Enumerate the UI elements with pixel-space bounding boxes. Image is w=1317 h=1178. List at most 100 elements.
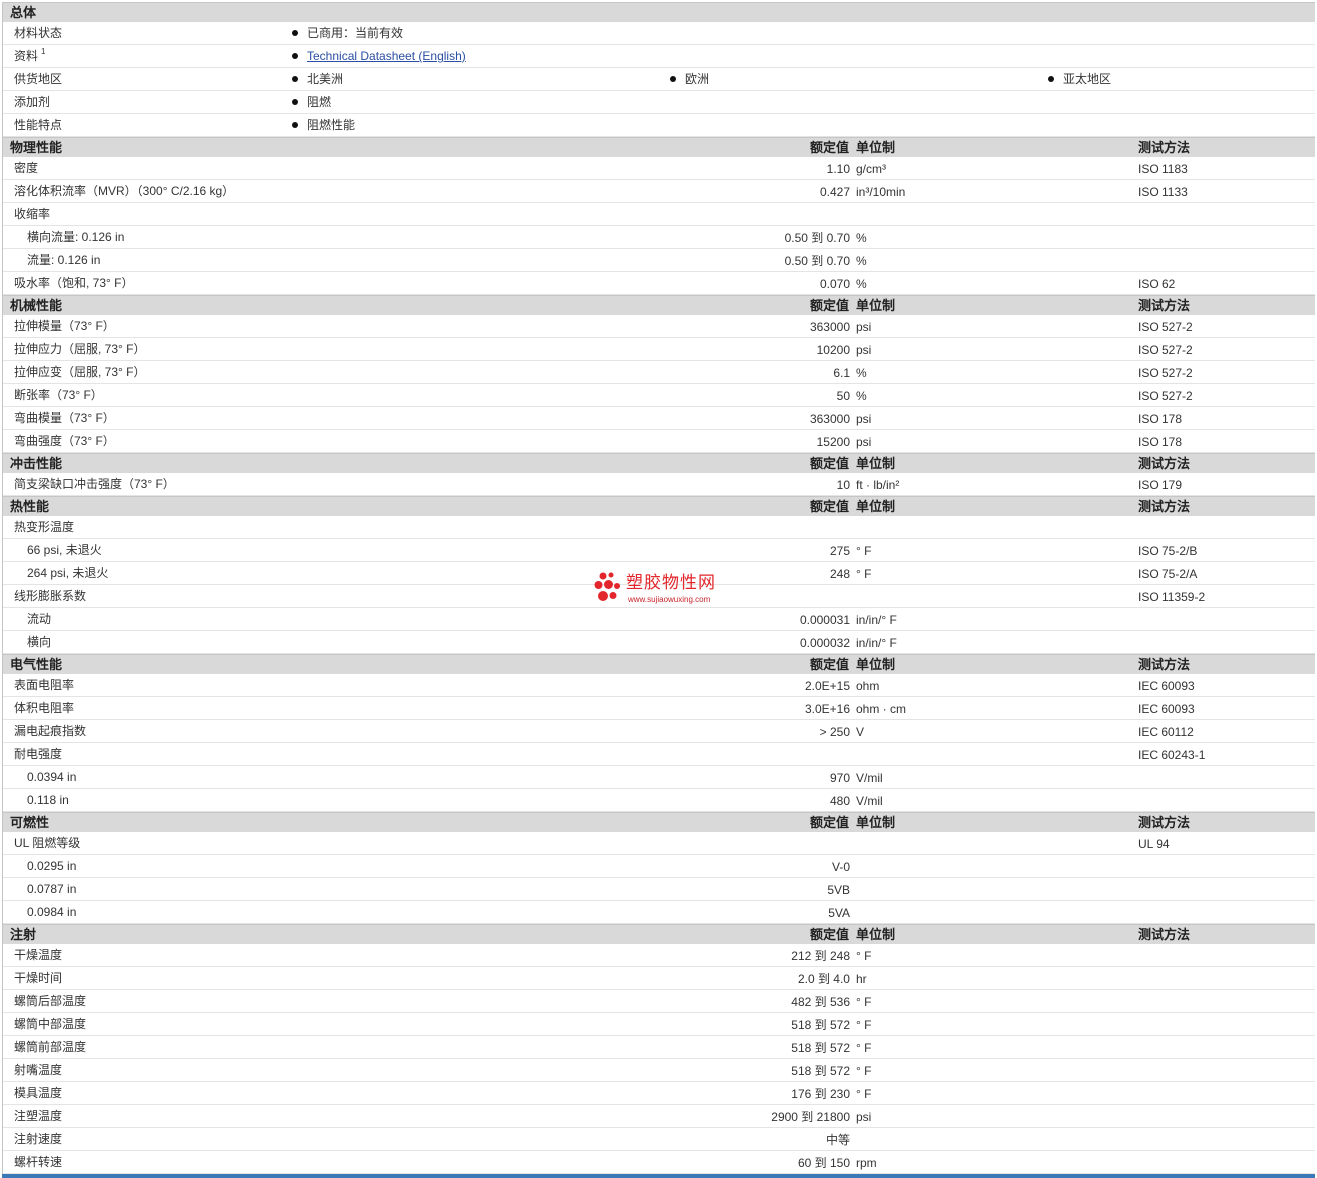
property-label-text: 66 psi, 未退火 — [27, 543, 102, 557]
bullet-icon — [292, 30, 298, 36]
column-header-value: 额定值 — [809, 815, 849, 830]
bullet-icon — [670, 76, 676, 82]
column-header-value: 额定值 — [809, 298, 849, 313]
property-value: 275 — [829, 544, 850, 558]
property-unit: in/in/° F — [856, 613, 897, 627]
bullet-item-text: 北美洲 — [307, 72, 344, 86]
property-label: 供货地区 — [14, 68, 62, 90]
property-label: 耐电强度 — [14, 743, 62, 765]
property-label: 0.0984 in — [27, 901, 76, 923]
column-header-unit: 单位制 — [856, 815, 896, 830]
section-title: 热性能 — [10, 499, 50, 514]
watermark: 塑胶物性网 www.sujiaowuxing.com — [594, 570, 726, 606]
spec-row: 拉伸应变（屈服, 73° F） 6.1% ISO 527-2 — [2, 361, 1315, 384]
property-label: 密度 — [14, 157, 38, 179]
property-label-text: 拉伸应力（屈服, 73° F） — [14, 342, 146, 356]
spec-row: 断张率（73° F） 50% ISO 527-2 — [2, 384, 1315, 407]
property-label-text: 0.0295 in — [27, 859, 77, 873]
property-label-text: 溶化体积流率（MVR）（300° C/2.16 kg） — [14, 184, 235, 198]
red-dots-logo-icon — [594, 572, 620, 601]
property-value: 212 到 248 — [791, 949, 850, 963]
bullet-item-text: 阻燃性能 — [307, 118, 356, 132]
spec-row: 横向 0.000032 in/in/° F — [2, 631, 1315, 654]
watermark-name: 塑胶物性网 — [626, 573, 716, 592]
property-label: 螺杆转速 — [14, 1151, 62, 1173]
property-value: 6.1 — [833, 366, 850, 380]
property-label-text: 吸水率（饱和, 73° F） — [14, 276, 134, 290]
spec-row: 资料 1 Technical Datasheet (English) — [2, 45, 1315, 68]
property-label-text: 密度 — [14, 161, 39, 175]
property-label-text: 流动 — [27, 612, 52, 626]
datasheet-link[interactable]: Technical Datasheet (English) — [307, 45, 466, 67]
property-label-text: 注射速度 — [14, 1132, 63, 1146]
test-method: IEC 60243-1 — [1138, 748, 1206, 762]
property-value: 363000 — [809, 412, 850, 426]
property-unit: ohm · cm — [856, 702, 907, 716]
test-method: ISO 179 — [1138, 478, 1183, 492]
section-title: 可燃性 — [10, 815, 50, 830]
property-label-text: 供货地区 — [14, 72, 63, 86]
test-method: ISO 527-2 — [1138, 389, 1193, 403]
spec-row: 螺筒中部温度 518 到 572 ° F — [2, 1013, 1315, 1036]
property-label: 射嘴温度 — [14, 1059, 62, 1081]
spec-row: 吸水率（饱和, 73° F） 0.070% ISO 62 — [2, 272, 1315, 295]
spec-row: 注塑温度 2900 到 21800 psi — [2, 1105, 1315, 1128]
property-label-text: 简支梁缺口冲击强度（73° F） — [14, 477, 175, 491]
property-value: 0.070 — [819, 277, 850, 291]
spec-row: 材料状态 已商用：当前有效 — [2, 22, 1315, 45]
property-label-text: 螺杆转速 — [14, 1155, 63, 1169]
spec-row: 0.0984 in 5VA — [2, 901, 1315, 924]
column-header-value: 额定值 — [809, 657, 849, 672]
property-label-text: 拉伸模量（73° F） — [14, 319, 115, 333]
bullet-icon — [292, 122, 298, 128]
property-value: 5VA — [828, 906, 850, 920]
property-label-text: 断张率（73° F） — [14, 388, 103, 402]
property-label: 弯曲模量（73° F） — [14, 407, 115, 429]
property-label-text: 流量: 0.126 in — [27, 253, 101, 267]
spec-row: 密度 1.10 g/cm³ ISO 1183 — [2, 157, 1315, 180]
property-unit: ° F — [856, 1064, 872, 1078]
property-label-text: 螺筒中部温度 — [14, 1017, 87, 1031]
property-label-text: 漏电起痕指数 — [14, 724, 87, 738]
section-header: 可燃性 额定值 单位制 测试方法 — [2, 812, 1315, 832]
spec-row: 漏电起痕指数 > 250 V IEC 60112 — [2, 720, 1315, 743]
column-header-method: 测试方法 — [1138, 927, 1191, 942]
property-label: 0.0295 in — [27, 855, 76, 877]
property-label: 性能特点 — [14, 114, 62, 136]
property-label: UL 阻燃等级 — [14, 832, 80, 854]
property-label: 弯曲强度（73° F） — [14, 430, 115, 452]
property-label: 0.0787 in — [27, 878, 76, 900]
property-label: 热变形温度 — [14, 516, 74, 538]
property-unit: psi — [856, 343, 872, 357]
test-method: UL 94 — [1138, 837, 1170, 851]
spec-row: 性能特点 阻燃性能 — [2, 114, 1315, 137]
spec-row: 干燥温度 212 到 248 ° F — [2, 944, 1315, 967]
property-unit: ° F — [856, 949, 872, 963]
test-method: ISO 178 — [1138, 435, 1183, 449]
property-label: 注塑温度 — [14, 1105, 62, 1127]
section-header: 机械性能 额定值 单位制 测试方法 — [2, 295, 1315, 315]
bullet-icon — [292, 76, 298, 82]
property-label-text: 干燥温度 — [14, 948, 63, 962]
property-unit: ft · lb/in² — [856, 478, 900, 492]
column-header-value: 额定值 — [809, 456, 849, 471]
column-header-method: 测试方法 — [1138, 815, 1191, 830]
property-label: 漏电起痕指数 — [14, 720, 86, 742]
property-label-text: 资料 — [14, 49, 39, 63]
property-label: 体积电阻率 — [14, 697, 74, 719]
property-unit: % — [856, 366, 867, 380]
property-label-text: 表面电阻率 — [14, 678, 75, 692]
property-label: 干燥时间 — [14, 967, 62, 989]
property-unit: ° F — [856, 1087, 872, 1101]
footnote-marker: 1 — [41, 47, 46, 56]
property-unit: V/mil — [856, 794, 883, 808]
property-label-text: 0.0984 in — [27, 905, 77, 919]
column-header-unit: 单位制 — [856, 499, 896, 514]
property-label-text: 0.0787 in — [27, 882, 77, 896]
spec-row: 螺筒前部温度 518 到 572 ° F — [2, 1036, 1315, 1059]
property-label: 横向 — [27, 631, 51, 653]
spec-row: 溶化体积流率（MVR）（300° C/2.16 kg） 0.427 in³/10mi… — [2, 180, 1315, 203]
property-label-text: 性能特点 — [14, 118, 63, 132]
property-unit: ° F — [856, 544, 872, 558]
property-value: 518 到 572 — [791, 1041, 850, 1055]
